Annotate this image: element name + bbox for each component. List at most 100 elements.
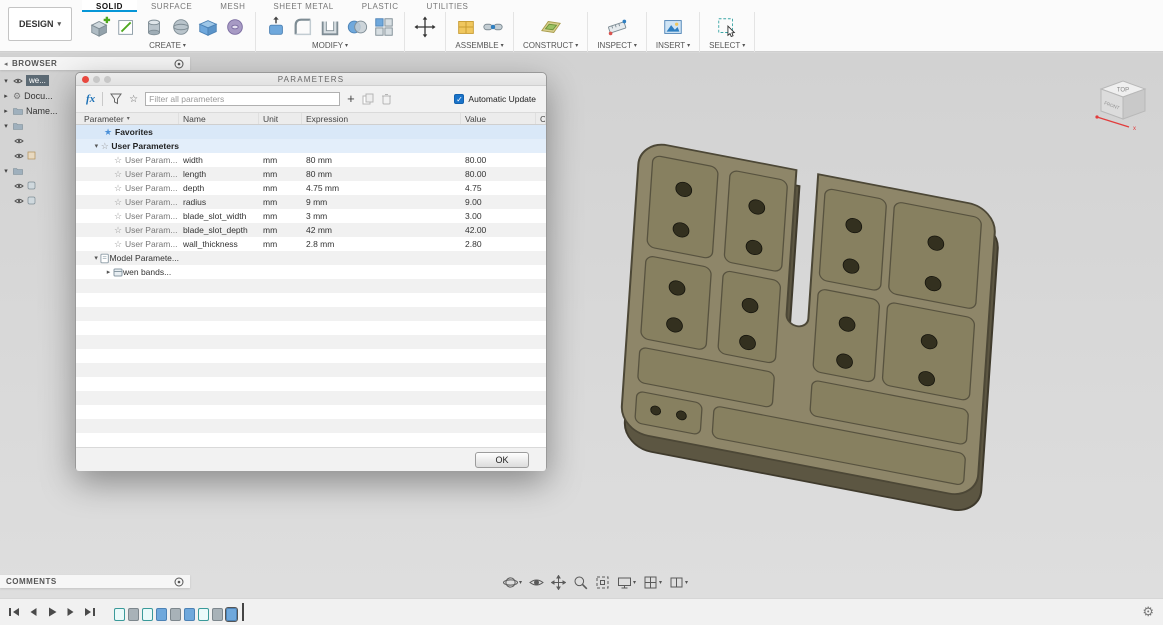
timeline-feature-icon[interactable]: [226, 608, 237, 621]
fit-view-icon[interactable]: [595, 575, 610, 590]
eye-icon[interactable]: [14, 182, 24, 190]
browser-item[interactable]: [2, 193, 80, 208]
tree-expanded-icon[interactable]: ▾: [92, 142, 101, 150]
browser-item-document-settings[interactable]: ▸ ⚙ Docu...: [2, 88, 80, 103]
tree-collapsed-icon[interactable]: ▸: [2, 107, 10, 115]
select-icon[interactable]: [716, 16, 738, 38]
timeline-sketch-feature-icon[interactable]: [198, 608, 209, 621]
filter-favorites-icon[interactable]: [110, 93, 122, 105]
tab-solid[interactable]: SOLID: [82, 0, 137, 12]
collapse-browser-icon[interactable]: ◂: [0, 60, 12, 68]
new-solid-icon[interactable]: [89, 16, 111, 38]
torus-icon[interactable]: [224, 16, 246, 38]
construct-menu[interactable]: CONSTRUCT ▾: [523, 41, 578, 50]
browser-options-icon[interactable]: [174, 59, 184, 69]
timeline-feature-icon[interactable]: [212, 608, 223, 621]
create-sketch-icon[interactable]: [116, 16, 138, 38]
tree-collapsed-icon[interactable]: ▸: [2, 92, 10, 100]
expression-cell[interactable]: 42 mm: [302, 223, 461, 237]
design-menu-button[interactable]: DESIGN ▾: [8, 7, 72, 41]
viewports-icon[interactable]: ▾: [669, 575, 688, 590]
column-header-comments[interactable]: C: [536, 113, 546, 124]
expression-cell[interactable]: 2.8 mm: [302, 237, 461, 251]
timeline-sketch-feature-icon[interactable]: [114, 608, 125, 621]
browser-item[interactable]: [2, 178, 80, 193]
tree-collapsed-icon[interactable]: ▸: [104, 268, 113, 276]
automatic-update-toggle[interactable]: ✓ Automatic Update: [454, 94, 536, 104]
timeline-settings-gear-icon[interactable]: ⚙: [1142, 605, 1154, 619]
favorites-star-icon[interactable]: ☆: [129, 94, 138, 105]
eye-icon[interactable]: [14, 137, 24, 145]
orbit-icon[interactable]: ▾: [503, 575, 522, 590]
go-to-start-button[interactable]: [8, 606, 20, 618]
move-icon[interactable]: [414, 16, 436, 38]
pattern-icon[interactable]: [373, 16, 395, 38]
model-child-row[interactable]: ▸wen bands...: [76, 265, 546, 279]
step-forward-button[interactable]: [65, 606, 77, 618]
tab-mesh[interactable]: MESH: [206, 0, 259, 12]
insert-menu[interactable]: INSERT ▾: [656, 41, 690, 50]
timeline-playhead[interactable]: [242, 603, 244, 621]
tree-expanded-icon[interactable]: ▾: [92, 254, 100, 262]
insert-image-icon[interactable]: [662, 16, 684, 38]
parameter-row-blade-slot-depth[interactable]: ☆User Param... blade_slot_depth mm 42 mm…: [76, 223, 546, 237]
modify-menu[interactable]: MODIFY ▾: [312, 41, 348, 50]
assemble-menu[interactable]: ASSEMBLE ▾: [455, 41, 503, 50]
parameter-row-depth[interactable]: ☆User Param... depth mm 4.75 mm 4.75: [76, 181, 546, 195]
combine-icon[interactable]: [346, 16, 368, 38]
column-header-expression[interactable]: Expression: [302, 113, 461, 124]
comments-options-icon[interactable]: [174, 577, 184, 587]
add-parameter-button[interactable]: +: [347, 93, 355, 105]
browser-item-named-views[interactable]: ▸ Name...: [2, 103, 80, 118]
display-settings-icon[interactable]: ▾: [617, 575, 636, 590]
copy-parameter-icon[interactable]: [362, 93, 374, 105]
column-header-value[interactable]: Value: [461, 113, 536, 124]
timeline-sketch-feature-icon[interactable]: [142, 608, 153, 621]
browser-item-folder[interactable]: ▾: [2, 118, 80, 133]
eye-icon[interactable]: [14, 197, 24, 205]
sphere-icon[interactable]: [170, 16, 192, 38]
dialog-minimize-button[interactable]: [93, 76, 100, 83]
parameter-row-radius[interactable]: ☆User Param... radius mm 9 mm 9.00: [76, 195, 546, 209]
tab-sheet-metal[interactable]: SHEET METAL: [259, 0, 347, 12]
favorite-star-icon[interactable]: ☆: [114, 225, 125, 236]
box-icon[interactable]: [197, 16, 219, 38]
favorite-star-icon[interactable]: ☆: [114, 155, 125, 166]
eye-icon[interactable]: [13, 77, 23, 85]
tab-plastic[interactable]: PLASTIC: [348, 0, 413, 12]
press-pull-icon[interactable]: [265, 16, 287, 38]
dialog-close-button[interactable]: [82, 76, 89, 83]
browser-item-folder[interactable]: ▾: [2, 163, 80, 178]
look-at-icon[interactable]: [529, 575, 544, 590]
view-cube[interactable]: TOP FRONT x: [1093, 71, 1155, 135]
tab-utilities[interactable]: UTILITIES: [413, 0, 483, 12]
tree-expanded-icon[interactable]: ▾: [2, 167, 10, 175]
timeline-feature-icon[interactable]: [128, 608, 139, 621]
browser-item[interactable]: [2, 133, 80, 148]
tree-expanded-icon[interactable]: ▾: [2, 77, 10, 85]
go-to-end-button[interactable]: [84, 606, 96, 618]
play-button[interactable]: [46, 606, 58, 618]
joint-icon[interactable]: [482, 16, 504, 38]
favorite-star-icon[interactable]: ☆: [114, 169, 125, 180]
expression-cell[interactable]: 4.75 mm: [302, 181, 461, 195]
browser-item-document[interactable]: ▾ we...: [2, 73, 80, 88]
step-back-button[interactable]: [27, 606, 39, 618]
fillet-icon[interactable]: [292, 16, 314, 38]
timeline-feature-icon[interactable]: [184, 608, 195, 621]
column-header-unit[interactable]: Unit: [259, 113, 302, 124]
grid-settings-icon[interactable]: ▾: [643, 575, 662, 590]
ok-button[interactable]: OK: [475, 452, 529, 468]
column-header-name[interactable]: Name: [179, 113, 259, 124]
new-component-icon[interactable]: [455, 16, 477, 38]
dialog-zoom-button[interactable]: [104, 76, 111, 83]
pan-icon[interactable]: [551, 575, 566, 590]
parameter-row-wall-thickness[interactable]: ☆User Param... wall_thickness mm 2.8 mm …: [76, 237, 546, 251]
timeline-feature-icon[interactable]: [156, 608, 167, 621]
fx-insert-expression-button[interactable]: fx: [86, 93, 95, 105]
browser-item[interactable]: [2, 148, 80, 163]
shell-icon[interactable]: [319, 16, 341, 38]
model-parameters-group-row[interactable]: ▾Model Paramete...: [76, 251, 546, 265]
timeline-feature-icon[interactable]: [170, 608, 181, 621]
cylinder-icon[interactable]: [143, 16, 165, 38]
